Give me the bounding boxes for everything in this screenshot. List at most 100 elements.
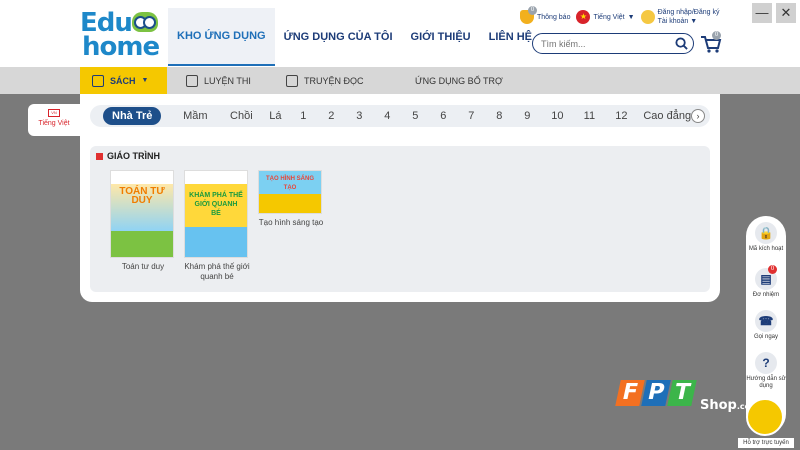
grade-tab[interactable]: 10 bbox=[543, 107, 571, 125]
language-label: Tiếng Việt bbox=[593, 13, 625, 21]
grade-tab[interactable]: 12 bbox=[607, 107, 635, 125]
book-cover: TOÁN TƯ DUY bbox=[110, 170, 174, 258]
subnav-books[interactable]: SÁCH ▼ bbox=[80, 67, 167, 94]
phone-icon: ☎ bbox=[755, 310, 777, 332]
grade-tab[interactable]: 1 bbox=[291, 107, 315, 125]
subnav-support-apps[interactable]: ỨNG DỤNG BỔ TRỢ bbox=[415, 67, 503, 94]
side-language-toggle[interactable]: VN Tiếng Việt bbox=[28, 104, 80, 136]
cart-button[interactable]: 0 bbox=[700, 31, 722, 54]
notifications-button[interactable]: 0 Thông báo bbox=[520, 6, 571, 24]
grade-tab[interactable]: 6 bbox=[431, 107, 455, 125]
book-icon bbox=[92, 74, 104, 87]
book-card[interactable]: KHÁM PHÁ THẾ GIỚI QUANH BÉ Khám phá thế … bbox=[184, 170, 250, 282]
activation-code-button[interactable]: 🔒 Mã kích hoạt bbox=[746, 222, 786, 253]
grade-tab[interactable]: 2 bbox=[319, 107, 343, 125]
sub-nav: SÁCH ▼ LUYỆN THI TRUYỆN ĐỌC ỨNG DỤNG BỔ … bbox=[0, 67, 800, 94]
user-guide-label: Hướng dẫn sử dụng bbox=[746, 376, 786, 389]
language-selector[interactable]: ★ Tiếng Việt ▼ bbox=[576, 10, 635, 24]
grade-tab[interactable]: Chồi bbox=[223, 107, 259, 125]
window-controls: — ✕ bbox=[752, 3, 796, 23]
subnav-stories-label: TRUYỆN ĐỌC bbox=[304, 75, 364, 86]
fpt-logo: F P T bbox=[615, 380, 697, 406]
activation-code-label: Mã kích hoạt bbox=[748, 246, 784, 252]
help-icon: ? bbox=[755, 352, 777, 374]
grade-tab[interactable]: Cao đẳng bbox=[643, 107, 691, 125]
search-icon[interactable] bbox=[675, 37, 688, 50]
book-card[interactable]: TẠO HÌNH SÁNG TẠO Tạo hình sáng tạo bbox=[258, 170, 324, 228]
caret-down-icon: ▼ bbox=[690, 18, 698, 25]
section-title: GIÁO TRÌNH bbox=[96, 151, 160, 161]
grade-tab[interactable]: Lá bbox=[263, 107, 287, 125]
book-cover-title: KHÁM PHÁ THẾ GIỚI QUANH BÉ bbox=[189, 192, 243, 217]
cart-badge: 0 bbox=[712, 31, 721, 40]
caret-down-icon: ▼ bbox=[627, 13, 635, 21]
grade-tab[interactable]: 9 bbox=[515, 107, 539, 125]
online-support-label: Hỗ trợ trực tuyến bbox=[738, 438, 794, 448]
picture-book-icon bbox=[286, 74, 298, 87]
document-icon bbox=[186, 74, 198, 87]
tasks-button[interactable]: ▤ 0 Đơ nhiệm bbox=[746, 265, 786, 299]
book-title: Tạo hình sáng tạo bbox=[258, 218, 324, 227]
top-utilities: 0 Thông báo ★ Tiếng Việt ▼ Đăng nhập/Đăn… bbox=[520, 6, 720, 26]
grade-filter-bar: Nhà Trẻ Mầm Chồi Lá 1 2 3 4 5 6 7 8 9 10… bbox=[90, 105, 710, 127]
book-cover: KHÁM PHÁ THẾ GIỚI QUANH BÉ bbox=[184, 170, 248, 258]
book-cover: TẠO HÌNH SÁNG TẠO bbox=[258, 170, 322, 214]
book-cover-title: TẠO HÌNH SÁNG TẠO bbox=[266, 176, 314, 191]
fpt-letter: F bbox=[615, 380, 645, 406]
grade-tab[interactable]: 11 bbox=[575, 107, 603, 125]
grade-list: Nhà Trẻ Mầm Chồi Lá 1 2 3 4 5 6 7 8 9 10… bbox=[103, 107, 691, 125]
subnav-exam-label: LUYỆN THI bbox=[204, 75, 251, 86]
section-marker bbox=[96, 152, 103, 160]
login-line2: Tài khoản bbox=[657, 18, 689, 25]
shop-label: Shop bbox=[700, 398, 737, 413]
grade-tab[interactable]: 8 bbox=[487, 107, 511, 125]
login-text: Đăng nhập/Đăng ký Tài khoản ▼ bbox=[658, 8, 720, 26]
grade-tab[interactable]: Mầm bbox=[173, 107, 217, 125]
textbook-section: GIÁO TRÌNH TOÁN TƯ DUY Toán tư duy KHÁM … bbox=[90, 146, 710, 292]
close-button[interactable]: ✕ bbox=[776, 3, 796, 23]
section-title-text: GIÁO TRÌNH bbox=[107, 151, 160, 161]
avatar-icon bbox=[640, 10, 655, 24]
search-box bbox=[532, 33, 694, 54]
notifications-label: Thông báo bbox=[537, 13, 571, 21]
scroll-right-button[interactable]: › bbox=[691, 109, 705, 123]
user-guide-button[interactable]: ? Hướng dẫn sử dụng bbox=[746, 352, 786, 390]
side-language-label: Tiếng Việt bbox=[38, 120, 70, 127]
notifications-badge: 0 bbox=[528, 6, 537, 15]
call-now-label: Gọi ngay bbox=[753, 334, 778, 340]
tasks-label: Đơ nhiệm bbox=[752, 292, 780, 298]
subnav-books-label: SÁCH bbox=[110, 75, 136, 86]
lock-icon: 🔒 bbox=[755, 222, 777, 244]
fpt-letter: T bbox=[667, 380, 697, 406]
grade-tab[interactable]: 5 bbox=[403, 107, 427, 125]
book-card[interactable]: TOÁN TƯ DUY Toán tư duy bbox=[110, 170, 176, 272]
grade-tab[interactable]: 7 bbox=[459, 107, 483, 125]
fpt-letter: P bbox=[641, 380, 671, 406]
grade-tab[interactable]: 3 bbox=[347, 107, 371, 125]
vietnam-flag-icon: ★ bbox=[576, 10, 591, 24]
nav-about[interactable]: GIỚI THIỆU bbox=[402, 8, 480, 66]
online-support-button[interactable] bbox=[746, 398, 784, 436]
book-title: Toán tư duy bbox=[121, 262, 165, 271]
nav-my-apps[interactable]: ỨNG DỤNG CỦA TÔI bbox=[275, 8, 402, 66]
grade-tab[interactable]: 4 bbox=[375, 107, 399, 125]
app-header: Edu home KHO ỨNG DỤNG ỨNG DỤNG CỦA TÔI G… bbox=[0, 0, 800, 67]
edu-home-logo[interactable]: Edu home bbox=[80, 8, 160, 62]
book-cover-title: TOÁN TƯ DUY bbox=[119, 186, 165, 206]
subnav-stories[interactable]: TRUYỆN ĐỌC bbox=[286, 67, 364, 94]
minimize-button[interactable]: — bbox=[752, 3, 772, 23]
main-nav: KHO ỨNG DỤNG ỨNG DỤNG CỦA TÔI GIỚI THIỆU… bbox=[168, 8, 541, 66]
search-input[interactable] bbox=[541, 37, 671, 50]
call-now-button[interactable]: ☎ Gọi ngay bbox=[746, 310, 786, 341]
subnav-exam-prep[interactable]: LUYỆN THI bbox=[186, 67, 251, 94]
nav-app-store[interactable]: KHO ỨNG DỤNG bbox=[168, 8, 275, 66]
main-panel: Nhà Trẻ Mầm Chồi Lá 1 2 3 4 5 6 7 8 9 10… bbox=[80, 94, 720, 302]
owl-icon bbox=[132, 12, 158, 32]
login-line1: Đăng nhập/Đăng ký bbox=[657, 9, 720, 16]
tasks-badge: 0 bbox=[768, 265, 777, 274]
subnav-support-label: ỨNG DỤNG BỔ TRỢ bbox=[415, 75, 503, 86]
caret-down-icon: ▼ bbox=[141, 77, 149, 84]
grade-tab[interactable]: Nhà Trẻ bbox=[103, 107, 162, 125]
logo-line2: home bbox=[82, 32, 160, 62]
account-button[interactable]: Đăng nhập/Đăng ký Tài khoản ▼ bbox=[640, 8, 720, 26]
